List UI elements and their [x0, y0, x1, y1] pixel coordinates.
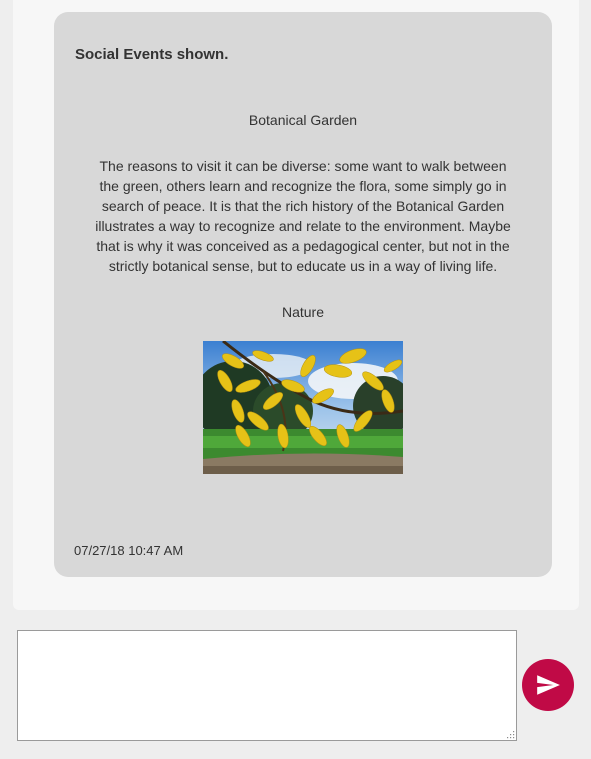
- send-button[interactable]: [522, 659, 574, 711]
- message-bubble: Social Events shown. Botanical Garden Th…: [54, 12, 552, 577]
- message-timestamp: 07/27/18 10:47 AM: [74, 543, 184, 558]
- send-arrow-icon: [537, 675, 560, 695]
- image-caption: Nature: [281, 304, 325, 320]
- message-heading: Social Events shown.: [75, 46, 229, 63]
- post-body: The reasons to visit it can be diverse: …: [95, 158, 511, 274]
- chat-panel: Social Events shown. Botanical Garden Th…: [13, 0, 579, 610]
- post-title: Botanical Garden: [248, 112, 358, 128]
- message-input[interactable]: [17, 630, 517, 741]
- nature-photo: [203, 341, 403, 474]
- resize-grip-icon[interactable]: [505, 729, 515, 739]
